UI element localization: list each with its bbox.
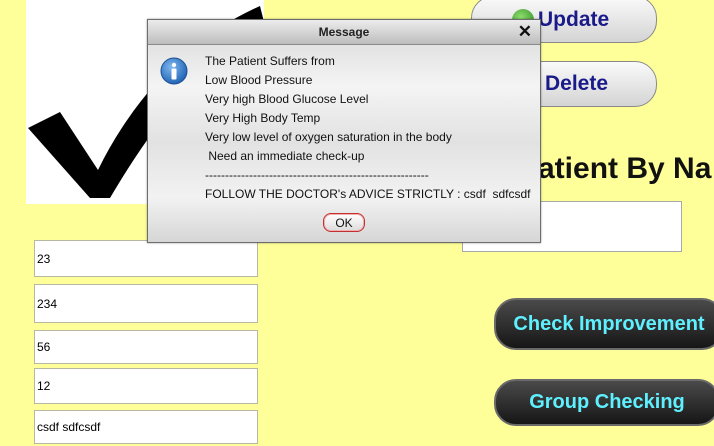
check-improvement-button[interactable]: Check Improvement xyxy=(494,298,714,350)
dialog-titlebar: Message ✕ xyxy=(148,20,540,45)
check-improvement-label: Check Improvement xyxy=(513,312,705,335)
message-dialog: Message ✕ The Patient Suffers from Low B… xyxy=(147,19,541,243)
dialog-line: Very low level of oxygen saturation in t… xyxy=(205,130,452,144)
dialog-line: ----------------------------------------… xyxy=(205,168,429,182)
group-checking-button[interactable]: Group Checking xyxy=(494,379,714,426)
field-2[interactable]: 234 xyxy=(34,284,258,323)
field-5[interactable]: csdf sdfcsdf xyxy=(34,410,258,444)
field-4[interactable]: 12 xyxy=(34,368,258,404)
delete-button-label: Delete xyxy=(545,72,609,95)
dialog-line: FOLLOW THE DOCTOR's ADVICE STRICTLY : cs… xyxy=(205,187,531,201)
info-icon xyxy=(160,57,188,85)
field-3[interactable]: 56 xyxy=(34,330,258,364)
dialog-line: Very high Blood Glucose Level xyxy=(205,92,369,106)
dialog-line: Very High Body Temp xyxy=(205,111,321,125)
dialog-line: Low Blood Pressure xyxy=(205,73,313,87)
ok-button[interactable]: OK xyxy=(323,213,365,232)
dialog-line: The Patient Suffers from xyxy=(205,54,335,68)
dialog-title: Message xyxy=(318,25,370,39)
close-icon[interactable]: ✕ xyxy=(518,21,532,43)
group-checking-label: Group Checking xyxy=(529,391,685,413)
field-1[interactable]: 23 xyxy=(34,240,258,277)
search-patient-heading: atient By Na xyxy=(538,152,712,185)
dialog-message: The Patient Suffers from Low Blood Press… xyxy=(205,52,530,204)
update-button-label: Update xyxy=(538,7,610,31)
dialog-line: Need an immediate check-up xyxy=(205,149,365,163)
